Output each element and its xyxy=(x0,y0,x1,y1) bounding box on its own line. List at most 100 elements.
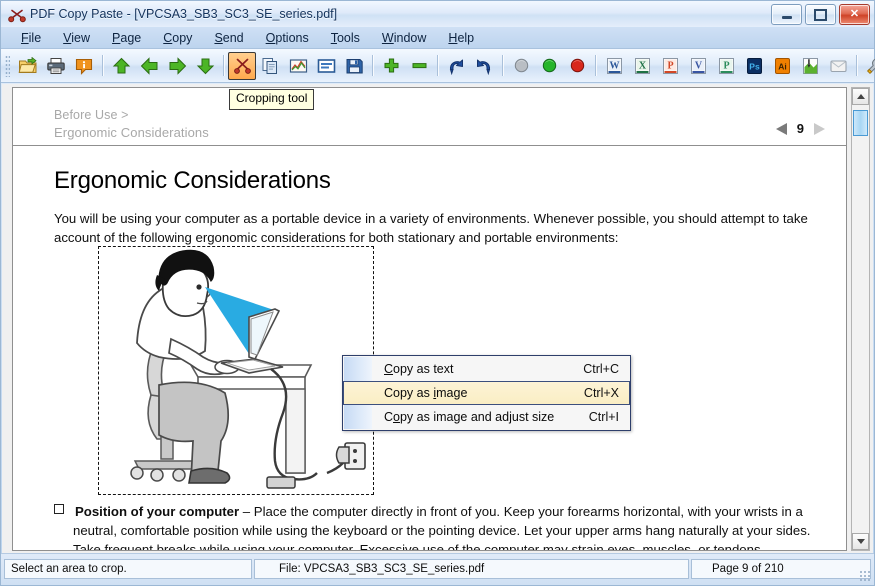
toolbar-grip[interactable] xyxy=(5,54,10,77)
scissors-icon xyxy=(7,4,27,24)
scroll-up-button[interactable] xyxy=(852,88,869,105)
next-page-icon[interactable] xyxy=(163,52,191,80)
svg-text:P: P xyxy=(723,60,729,71)
cropping-tool-tooltip: Cropping tool xyxy=(229,89,315,110)
last-page-down-icon[interactable] xyxy=(191,52,219,80)
send-to-paint-icon[interactable] xyxy=(796,52,824,80)
context-menu: Copy as text Ctrl+C Copy as image Ctrl+X… xyxy=(342,355,631,431)
green-led-icon[interactable] xyxy=(535,52,563,80)
send-to-mail-icon[interactable] xyxy=(824,52,852,80)
context-menu-item-copy-as-text[interactable]: Copy as text Ctrl+C xyxy=(344,357,629,381)
toolbar-separator xyxy=(502,55,503,76)
undo-icon[interactable] xyxy=(442,52,470,80)
application-window: PDF Copy Paste - [VPCSA3_SB3_SC3_SE_seri… xyxy=(0,0,875,586)
svg-text:Ps: Ps xyxy=(749,61,760,71)
menu-view[interactable]: View xyxy=(52,29,101,47)
copy-pages-icon[interactable] xyxy=(256,52,284,80)
current-page-number: 9 xyxy=(796,121,804,136)
page-title: Ergonomic Considerations xyxy=(54,167,331,194)
select-text-icon[interactable] xyxy=(312,52,340,80)
send-to-powerpoint-icon[interactable]: P xyxy=(656,52,684,80)
settings-wrench-icon[interactable] xyxy=(861,52,875,80)
maximize-button[interactable] xyxy=(805,4,836,25)
toolbar-separator xyxy=(223,55,224,76)
title-bar: PDF Copy Paste - [VPCSA3_SB3_SC3_SE_seri… xyxy=(1,1,874,28)
zoom-out-icon[interactable] xyxy=(405,52,433,80)
svg-text:X: X xyxy=(638,60,646,71)
status-page: Page 9 of 210 xyxy=(691,559,871,579)
zoom-in-icon[interactable] xyxy=(377,52,405,80)
menu-page[interactable]: Page xyxy=(101,29,152,47)
send-to-publisher-icon[interactable]: P xyxy=(712,52,740,80)
svg-text:W: W xyxy=(609,60,619,71)
scroll-down-button[interactable] xyxy=(852,533,869,550)
window-controls: ✕ xyxy=(771,4,870,25)
menu-send[interactable]: Send xyxy=(203,29,254,47)
next-page-arrow-icon[interactable] xyxy=(814,122,825,135)
status-hint: Select an area to crop. xyxy=(4,559,252,579)
context-menu-item-label: Copy as text xyxy=(384,362,454,376)
bullet-list: Position of your computer – Place the co… xyxy=(54,502,822,550)
checkbox-bullet-icon xyxy=(54,504,64,514)
person-at-desk-with-laptop-illustration xyxy=(130,249,366,489)
menu-options[interactable]: Options xyxy=(255,29,320,47)
context-menu-item-shortcut: Ctrl+X xyxy=(583,386,619,400)
pdf-page[interactable]: Before Use > Ergonomic Considerations 9 … xyxy=(12,87,847,551)
toolbar-separator xyxy=(102,55,103,76)
toolbar-separator xyxy=(595,55,596,76)
bullet-title: Position of your computer xyxy=(75,504,240,519)
svg-text:V: V xyxy=(694,60,702,71)
send-to-excel-icon[interactable]: X xyxy=(628,52,656,80)
menu-tools[interactable]: Tools xyxy=(320,29,371,47)
red-led-icon[interactable] xyxy=(563,52,591,80)
info-bubble-icon[interactable] xyxy=(70,52,98,80)
menu-copy[interactable]: Copy xyxy=(152,29,203,47)
vertical-scrollbar[interactable] xyxy=(851,87,870,551)
context-menu-item-copy-as-image-adjust-size[interactable]: Copy as image and adjust size Ctrl+I xyxy=(344,405,629,429)
context-menu-item-shortcut: Ctrl+C xyxy=(583,362,619,376)
minimize-button[interactable] xyxy=(771,4,802,25)
window-title: PDF Copy Paste - [VPCSA3_SB3_SC3_SE_seri… xyxy=(30,7,338,21)
scrollbar-thumb[interactable] xyxy=(853,110,868,136)
previous-page-icon[interactable] xyxy=(135,52,163,80)
menu-help[interactable]: Help xyxy=(437,29,485,47)
send-to-photoshop-icon[interactable]: Ps xyxy=(740,52,768,80)
breadcrumb: Before Use > Ergonomic Considerations xyxy=(54,107,209,141)
save-icon[interactable] xyxy=(340,52,368,80)
context-menu-item-copy-as-image[interactable]: Copy as image Ctrl+X xyxy=(343,381,630,405)
prev-page-arrow-icon[interactable] xyxy=(775,122,787,135)
cropping-tool-icon[interactable] xyxy=(228,51,256,80)
send-to-illustrator-icon[interactable]: Ai xyxy=(768,52,796,80)
send-to-visio-icon[interactable]: V xyxy=(684,52,712,80)
redo-icon[interactable] xyxy=(470,52,498,80)
document-viewer: Before Use > Ergonomic Considerations 9 … xyxy=(2,84,873,553)
menu-bar: File View Page Copy Send Options Tools W… xyxy=(1,27,874,49)
toolbar-separator xyxy=(372,55,373,76)
crop-selection-rectangle[interactable] xyxy=(98,246,374,495)
toolbar-separator xyxy=(856,55,857,76)
breadcrumb-line-1: Before Use > xyxy=(54,108,129,122)
print-icon[interactable] xyxy=(42,52,70,80)
resize-grip[interactable] xyxy=(859,570,871,582)
context-menu-item-label: Copy as image xyxy=(384,386,468,400)
context-menu-item-label: Copy as image and adjust size xyxy=(384,410,555,424)
menu-file[interactable]: File xyxy=(10,29,52,47)
first-page-up-icon[interactable] xyxy=(107,52,135,80)
menu-window[interactable]: Window xyxy=(371,29,437,47)
main-toolbar: W X P V P Ps Ai xyxy=(1,49,875,83)
send-to-word-icon[interactable]: W xyxy=(600,52,628,80)
grey-led-icon[interactable] xyxy=(507,52,535,80)
scroll-up-arrow-icon xyxy=(856,94,865,99)
close-icon: ✕ xyxy=(849,8,860,20)
svg-text:P: P xyxy=(667,60,673,71)
page-nav: 9 xyxy=(775,121,825,136)
copy-image-icon[interactable] xyxy=(284,52,312,80)
header-divider xyxy=(13,145,846,146)
scroll-down-arrow-icon xyxy=(856,539,865,544)
context-menu-item-shortcut: Ctrl+I xyxy=(588,410,619,424)
close-button[interactable]: ✕ xyxy=(839,4,870,25)
open-file-icon[interactable] xyxy=(14,52,42,80)
list-item: Position of your computer – Place the co… xyxy=(54,502,822,550)
status-bar: Select an area to crop. File: VPCSA3_SB3… xyxy=(1,553,874,585)
status-file: File: VPCSA3_SB3_SC3_SE_series.pdf xyxy=(254,559,689,579)
